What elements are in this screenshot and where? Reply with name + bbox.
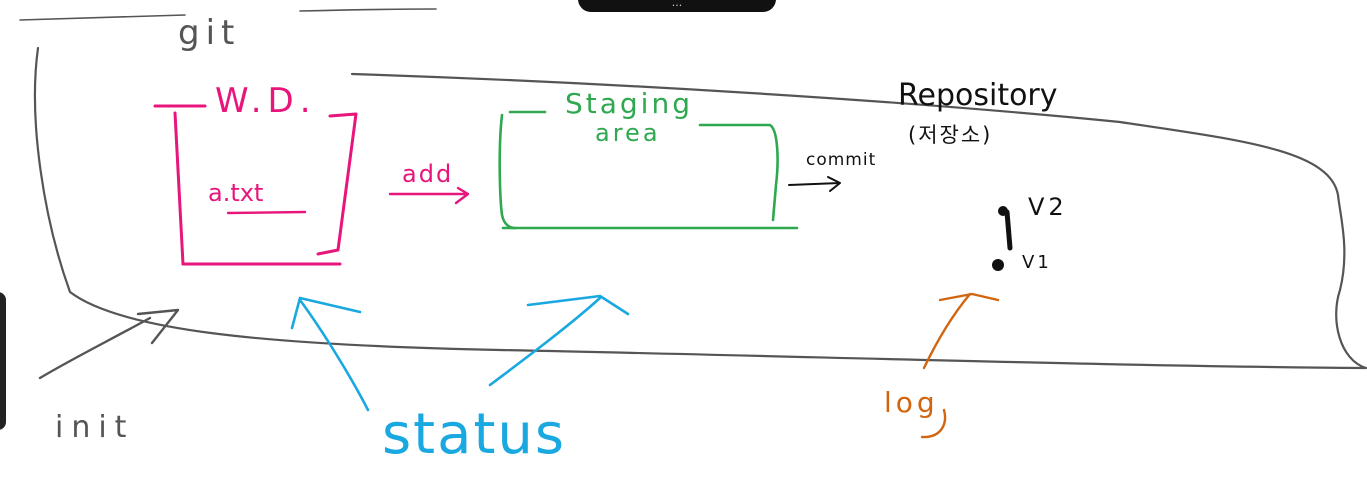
- version-graph: [992, 206, 1013, 271]
- commit-arrow: [788, 176, 841, 192]
- repository-sublabel: (저장소): [908, 123, 992, 147]
- log-label: log: [884, 386, 939, 419]
- commit-label: commit: [806, 150, 876, 170]
- add-label: add: [402, 160, 453, 188]
- version-v2-label: V2: [1028, 193, 1068, 221]
- log-arrow: [922, 292, 1000, 370]
- status-arrow-staging: [488, 294, 630, 387]
- working-dir-label: W.D.: [215, 81, 317, 121]
- status-arrows: [290, 294, 630, 412]
- staging-label-line2: area: [595, 119, 661, 147]
- status-label: status: [382, 402, 566, 467]
- staging-label-line1: Staging: [565, 87, 693, 120]
- git-diagram-canvas: git W.D. a.txt add Staging area commit R…: [19, 8, 1367, 467]
- file-underline: [226, 210, 307, 215]
- commit-edge: [1004, 209, 1013, 251]
- version-v1-label: V1: [1022, 252, 1052, 273]
- init-arrow: [38, 308, 180, 380]
- file-label: a.txt: [208, 179, 263, 207]
- git-label: git: [178, 13, 240, 53]
- repository-label: Repository: [898, 78, 1058, 113]
- add-arrow: [388, 186, 470, 205]
- staging-area-label: Staging area: [565, 87, 705, 147]
- commit-node-v1: [992, 259, 1004, 271]
- init-label: init: [55, 410, 134, 445]
- status-arrow-wd: [290, 296, 370, 412]
